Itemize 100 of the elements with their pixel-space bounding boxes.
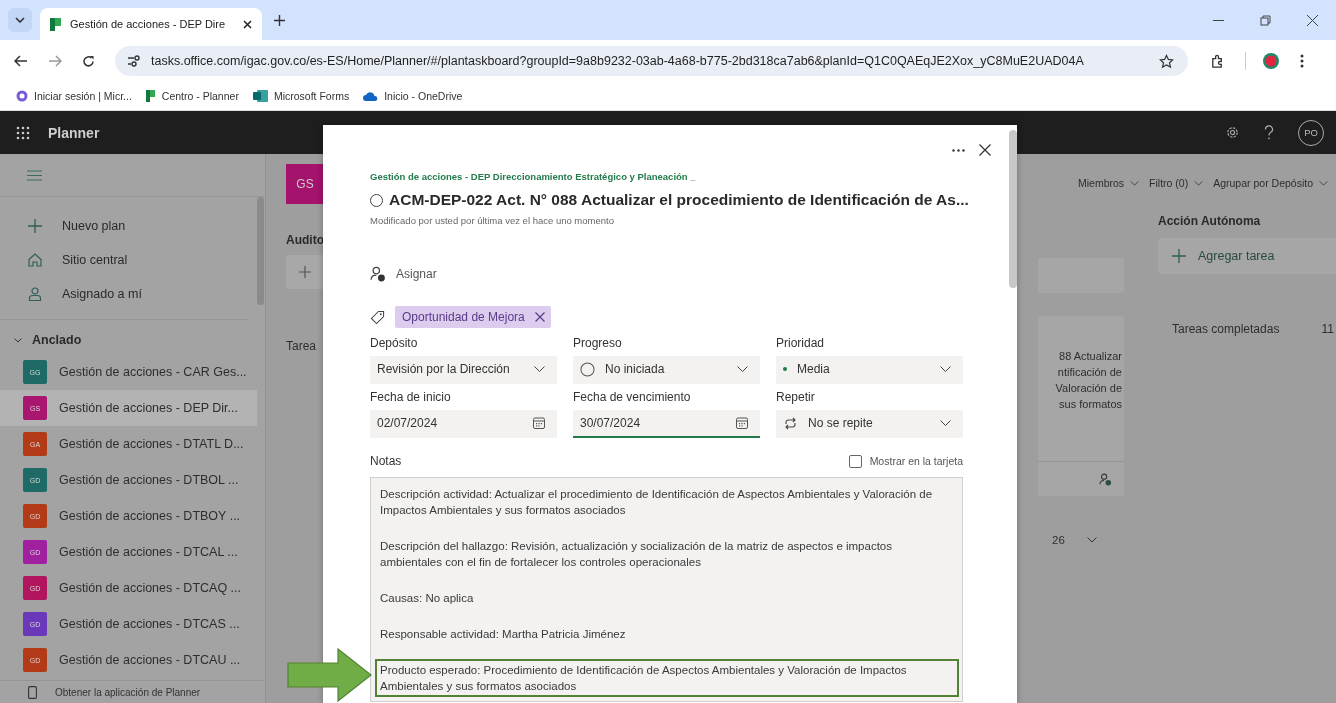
person-icon	[28, 287, 42, 301]
address-bar[interactable]: tasks.office.com/igac.gov.co/es-ES/Home/Planner/#/plantaskboard?groupId=9a8b9232-03ab-4a68-b775-2bd318ca7ab6&planId=Q1C0QAEqJE2Xox_yC8MuE2UAD04A	[115, 46, 1188, 76]
task-card[interactable]: 88 Actualizar ntificación de Valoración de sus formatos	[1038, 316, 1124, 496]
notes-field[interactable]	[370, 477, 963, 702]
nav-item[interactable]: Asignado a mí	[0, 277, 257, 311]
date-group-toggle[interactable]: 26	[1052, 534, 1124, 546]
add-task-button[interactable]	[286, 255, 324, 289]
office-icon	[16, 90, 28, 102]
cloud-icon	[363, 91, 379, 101]
profile-icon[interactable]	[1262, 52, 1280, 70]
chevron-down-icon	[1130, 180, 1140, 186]
chevron-down-icon	[737, 366, 748, 372]
assign-button[interactable]: Asignar	[396, 267, 437, 281]
note-paragraph: Causas: No aplica	[379, 591, 475, 606]
note-paragraph: Producto esperado: Procedimiento de Identificación de Aspectos Ambientales y Valoración de Impactos Ambientales y sus formatos asociados	[375, 659, 959, 697]
field-label: Fecha de inicio	[370, 390, 452, 404]
circle-icon	[580, 361, 595, 377]
completed-tasks-label: Tarea	[286, 339, 317, 353]
site-settings-icon[interactable]	[127, 55, 141, 67]
chevron-down-icon	[1319, 180, 1328, 186]
field-label: Repetir	[776, 390, 816, 404]
tab-search-button[interactable]	[8, 8, 32, 32]
section-header[interactable]: Anclado	[0, 326, 257, 354]
tab-title: Gestión de acciones - DEP Dire	[70, 18, 227, 30]
nav-item[interactable]: Nuevo plan	[0, 209, 257, 243]
modified-note: Modificado por usted por última vez el hace uno momento	[370, 215, 614, 226]
date-field[interactable]: 30/07/2024	[573, 410, 760, 438]
chevron-down-icon	[1086, 537, 1097, 543]
card-text-line: sus formatos	[1059, 397, 1122, 412]
bookmark[interactable]: Microsoft Forms	[252, 90, 350, 102]
checkbox[interactable]	[848, 454, 862, 468]
note-paragraph: Responsable actividad: Martha Patricia Jiménez	[379, 627, 627, 642]
get-app-link[interactable]: Obtener la aplicación de Planner	[0, 680, 265, 703]
add-task-button[interactable]: Agregar tarea	[1158, 238, 1336, 274]
app-launcher-icon[interactable]	[16, 125, 30, 140]
close-icon[interactable]	[243, 19, 252, 29]
checkbox-label[interactable]: Mostrar en la tarjeta	[869, 455, 963, 467]
label-chip[interactable]: Oportunidad de Mejora	[395, 306, 551, 328]
extensions-icon[interactable]	[1210, 53, 1225, 69]
forward-icon[interactable]	[48, 55, 62, 67]
notes-label: Notas	[370, 454, 402, 468]
scrollbar[interactable]	[257, 197, 264, 305]
calendar-icon[interactable]	[533, 417, 545, 429]
bookmark[interactable]: Iniciar sesión | Micr...	[16, 90, 132, 102]
close-icon[interactable]	[1307, 15, 1318, 26]
bucket-title: Acción Autónoma	[1158, 214, 1262, 228]
date-field[interactable]: 02/07/2024	[370, 410, 557, 438]
dropdown[interactable]: No iniciada	[573, 356, 760, 384]
completed-tasks-count: 11	[1321, 322, 1334, 336]
completed-tasks-label[interactable]: Tareas completadas	[1172, 322, 1280, 336]
assign-icon[interactable]	[370, 266, 386, 282]
bookmark[interactable]: Centro - Planner	[145, 90, 239, 102]
chevron-down-icon	[940, 420, 951, 426]
help-icon[interactable]	[1264, 125, 1274, 140]
card-text-line: ntificación de	[1057, 365, 1122, 380]
nav-item[interactable]: Sitio central	[0, 243, 257, 277]
more-icon[interactable]	[1300, 54, 1304, 68]
field-label: Depósito	[370, 336, 419, 350]
bucket-title: Audito	[286, 233, 324, 247]
restore-icon[interactable]	[1260, 15, 1271, 26]
new-tab-icon[interactable]	[274, 15, 285, 26]
planner-icon	[50, 17, 62, 31]
plus-icon	[1172, 249, 1186, 263]
toolbar-dropdown[interactable]: Miembros	[1078, 177, 1140, 189]
field-label: Prioridad	[776, 336, 826, 350]
scrollbar[interactable]	[1009, 130, 1017, 288]
chevron-down-icon	[15, 17, 25, 23]
note-paragraph: Descripción actividad: Actualizar el procedimiento de Identificación de Aspectos Ambientales y Valoración de Impactos Ambientales y sus formatos asociados	[379, 487, 934, 518]
plus-icon	[28, 219, 42, 233]
field-label: Progreso	[573, 336, 623, 350]
reload-icon[interactable]	[82, 54, 95, 68]
chevron-down-icon	[1194, 180, 1204, 186]
plan-link[interactable]: Gestión de acciones - DEP Direccionamiento Estratégico y Planeación _	[370, 171, 696, 182]
repeat-icon	[783, 416, 798, 430]
card-text-line: 88 Actualizar	[1059, 349, 1122, 364]
toolbar-dropdown[interactable]: Filtro (0)	[1149, 177, 1204, 189]
toolbar-dropdown[interactable]: Agrupar por Depósito	[1213, 177, 1328, 189]
app-title: Planner	[48, 124, 100, 141]
dropdown[interactable]: Revisión por la Dirección	[370, 356, 557, 384]
chevron-down-icon	[940, 366, 951, 372]
dropdown[interactable]: Media	[776, 356, 963, 384]
browser-tab[interactable]: Gestión de acciones - DEP Dire	[40, 8, 262, 40]
calendar-icon[interactable]	[736, 417, 748, 429]
url-text: tasks.office.com/igac.gov.co/es-ES/Home/Planner/#/plantaskboard?groupId=9a8b9232-03ab-4a68-b775-2bd318ca7ab6&planId=Q1C0QAEqJE2Xox_yC8MuE2UAD04A	[151, 54, 1084, 68]
task-title[interactable]: ACM-DEP-022 Act. N° 088 Actualizar el procedimiento de Identificación de As...	[389, 191, 969, 209]
tag-icon[interactable]	[370, 309, 385, 325]
close-icon[interactable]	[979, 144, 991, 156]
home-icon	[28, 253, 42, 267]
phone-icon	[28, 685, 37, 699]
plan-tile: GS	[286, 164, 324, 204]
settings-icon[interactable]	[1225, 125, 1240, 140]
more-icon[interactable]	[952, 148, 965, 152]
forms-icon	[252, 90, 268, 102]
dropdown[interactable]: No se repite	[776, 410, 963, 438]
star-icon[interactable]	[1159, 53, 1174, 69]
note-paragraph: Descripción del hallazgo: Revisión, actualización y socialización de la matriz de aspectos e impactos ambientales con el fin de fortalecer los controles operacionales	[379, 539, 893, 570]
back-icon[interactable]	[14, 55, 28, 67]
remove-icon[interactable]	[534, 312, 545, 322]
bookmark[interactable]: Inicio - OneDrive	[363, 90, 463, 102]
chevron-down-icon	[534, 366, 545, 372]
